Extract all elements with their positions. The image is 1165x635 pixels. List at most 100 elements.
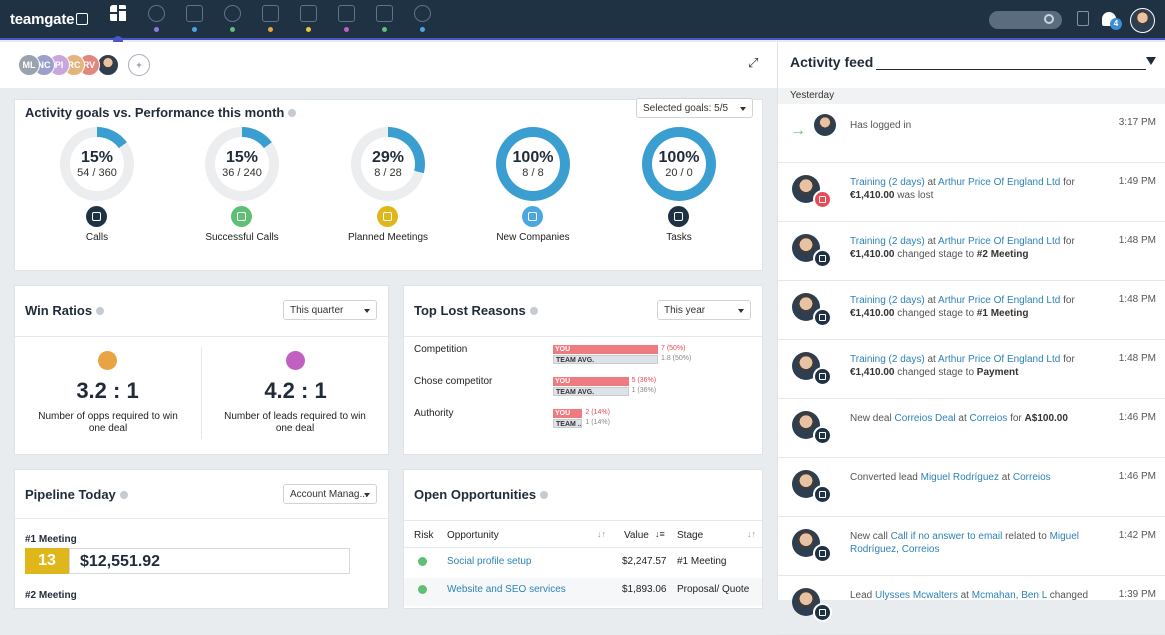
feed-emphasis: A$100.00 — [1024, 413, 1068, 424]
goal-percent: 100% — [512, 149, 554, 166]
stage-column-header[interactable]: Stage — [677, 530, 703, 541]
nav-item-contacts[interactable] — [219, 3, 247, 37]
lost-reasons-period-dropdown[interactable]: This year — [657, 300, 751, 320]
info-icon[interactable] — [96, 307, 105, 315]
teamgate-logo[interactable]: teamgate — [10, 11, 89, 28]
feed-link[interactable]: Correios Deal — [894, 413, 955, 424]
feed-item[interactable]: New call Call if no answer to email rela… — [778, 517, 1165, 576]
feed-emphasis: €1,410.00 — [850, 308, 895, 319]
nav-item-building[interactable] — [181, 3, 209, 37]
lead-badge-icon — [813, 485, 832, 504]
feed-item-text: Lead Ulysses Mcwalters at Mcmahan, Ben L… — [850, 589, 1090, 602]
feed-text: at — [924, 354, 939, 365]
opportunity-link[interactable]: Website and SEO services — [447, 584, 566, 595]
nav-status-dot — [420, 27, 425, 32]
nav-status-dot — [306, 27, 311, 32]
info-icon[interactable] — [540, 491, 549, 499]
opportunity-stage: Proposal/ Quote — [677, 584, 750, 595]
feed-search-line[interactable] — [876, 69, 1146, 70]
feed-item[interactable]: Lead Ulysses Mcwalters at Mcmahan, Ben L… — [778, 576, 1165, 635]
current-user-avatar[interactable] — [1130, 8, 1155, 33]
feed-link[interactable]: Arthur Price Of England Ltd — [938, 295, 1060, 306]
user-filter-strip: ML NC PI RC RV + ⤢ — [0, 42, 777, 88]
feed-text: for — [1060, 236, 1075, 247]
user-avatar[interactable] — [814, 114, 836, 136]
sort-icon[interactable]: ↓↑ — [597, 529, 606, 539]
nav-item-reports[interactable] — [409, 3, 437, 37]
feed-link[interactable]: Call if no answer to email — [891, 531, 1003, 542]
user-avatar-photo[interactable] — [97, 54, 119, 76]
feed-item[interactable]: Training (2 days) at Arthur Price Of Eng… — [778, 340, 1165, 399]
feed-text: changed — [1046, 590, 1089, 601]
feed-link[interactable]: Training (2 days) — [850, 236, 925, 247]
info-icon[interactable] — [288, 109, 297, 117]
feed-text: at — [924, 177, 939, 188]
icon-glyph — [528, 212, 537, 221]
feed-text: New call — [850, 531, 891, 542]
info-icon[interactable] — [119, 491, 128, 499]
nav-status-dot — [230, 27, 235, 32]
badge-glyph — [819, 255, 826, 262]
you-bar-value: 7 (50%) — [661, 345, 686, 352]
feed-link[interactable]: Training (2 days) — [850, 354, 925, 365]
leads-win-ratio-description: Number of leads required to win one deal — [224, 411, 366, 434]
feed-item[interactable]: Training (2 days) at Arthur Price Of Eng… — [778, 281, 1165, 340]
feed-item-time: 1:46 PM — [1118, 412, 1156, 423]
search-icon — [1044, 14, 1054, 24]
feed-text: Lead — [850, 590, 876, 601]
win-ratio-period-dropdown[interactable]: This quarter — [283, 300, 377, 320]
feed-item[interactable]: Training (2 days) at Arthur Price Of Eng… — [778, 222, 1165, 281]
nav-item-document[interactable] — [371, 3, 399, 37]
nav-item-briefcase[interactable] — [257, 3, 285, 37]
feed-link[interactable]: Correios — [970, 413, 1008, 424]
feed-link[interactable]: Arthur Price Of England Ltd — [938, 177, 1060, 188]
expand-icon[interactable]: ⤢ — [748, 56, 760, 69]
feed-link[interactable]: Correios — [902, 544, 940, 555]
feed-text: related to — [1002, 531, 1050, 542]
account-manager-dropdown[interactable]: Account Manag... — [283, 484, 377, 504]
lost-reason-label: Competition — [414, 344, 468, 355]
add-user-icon[interactable]: + — [128, 54, 150, 76]
feed-item[interactable]: Converted lead Miguel Rodríguez at Corre… — [778, 458, 1165, 517]
selected-goals-dropdown[interactable]: Selected goals: 5/5 — [636, 98, 753, 118]
feed-item[interactable]: → Has logged in 3:17 PM — [778, 104, 1165, 163]
feed-link[interactable]: Miguel Rodríguez — [921, 472, 999, 483]
feed-text: at — [957, 590, 972, 601]
info-icon[interactable] — [529, 307, 538, 315]
contacts-icon — [224, 5, 241, 22]
value-column-header[interactable]: Value — [624, 530, 649, 541]
badge-glyph — [819, 373, 826, 380]
phone-check-icon — [231, 206, 252, 227]
sort-icon[interactable]: ↓↑ — [747, 529, 756, 539]
nav-item-dashboard[interactable] — [105, 3, 133, 37]
pipeline-stage-count[interactable]: 13 — [25, 548, 69, 574]
feed-link[interactable]: Ulysses Mcwalters — [875, 590, 958, 601]
sort-desc-icon[interactable]: ↓≡ — [655, 529, 665, 539]
document-icon[interactable] — [1077, 11, 1089, 26]
feed-link[interactable]: Correios — [1013, 472, 1051, 483]
goal-progress-ring: 100% 8 / 8 — [496, 127, 570, 201]
feed-link[interactable]: Arthur Price Of England Ltd — [938, 354, 1060, 365]
global-search-input[interactable] — [989, 11, 1062, 29]
opportunity-stage: #1 Meeting — [677, 556, 727, 567]
opportunity-link[interactable]: Social profile setup — [447, 556, 532, 567]
nav-item-calendar[interactable] — [295, 3, 323, 37]
you-bar-value: 2 (14%) — [585, 409, 610, 416]
filter-icon[interactable] — [1146, 57, 1156, 65]
nav-item-inbox[interactable] — [333, 3, 361, 37]
open-opportunities-title: Open Opportunities — [414, 487, 537, 502]
feed-link[interactable]: Training (2 days) — [850, 295, 925, 306]
feed-link[interactable]: Arthur Price Of England Ltd — [938, 236, 1060, 247]
feed-link[interactable]: Mcmahan, Ben L — [972, 590, 1047, 601]
risk-column-header[interactable]: Risk — [414, 530, 433, 541]
feed-item[interactable]: Training (2 days) at Arthur Price Of Eng… — [778, 163, 1165, 222]
badge-glyph — [819, 609, 826, 616]
feed-link[interactable]: Training (2 days) — [850, 177, 925, 188]
nav-item-target[interactable] — [143, 3, 171, 37]
divider — [15, 518, 388, 519]
opportunity-column-header[interactable]: Opportunity — [447, 530, 499, 541]
feed-text: at — [924, 236, 939, 247]
feed-item-text: New deal Correios Deal at Correios for A… — [850, 412, 1090, 425]
feed-item[interactable]: New deal Correios Deal at Correios for A… — [778, 399, 1165, 458]
user-filter-chip[interactable]: ML — [18, 54, 40, 76]
